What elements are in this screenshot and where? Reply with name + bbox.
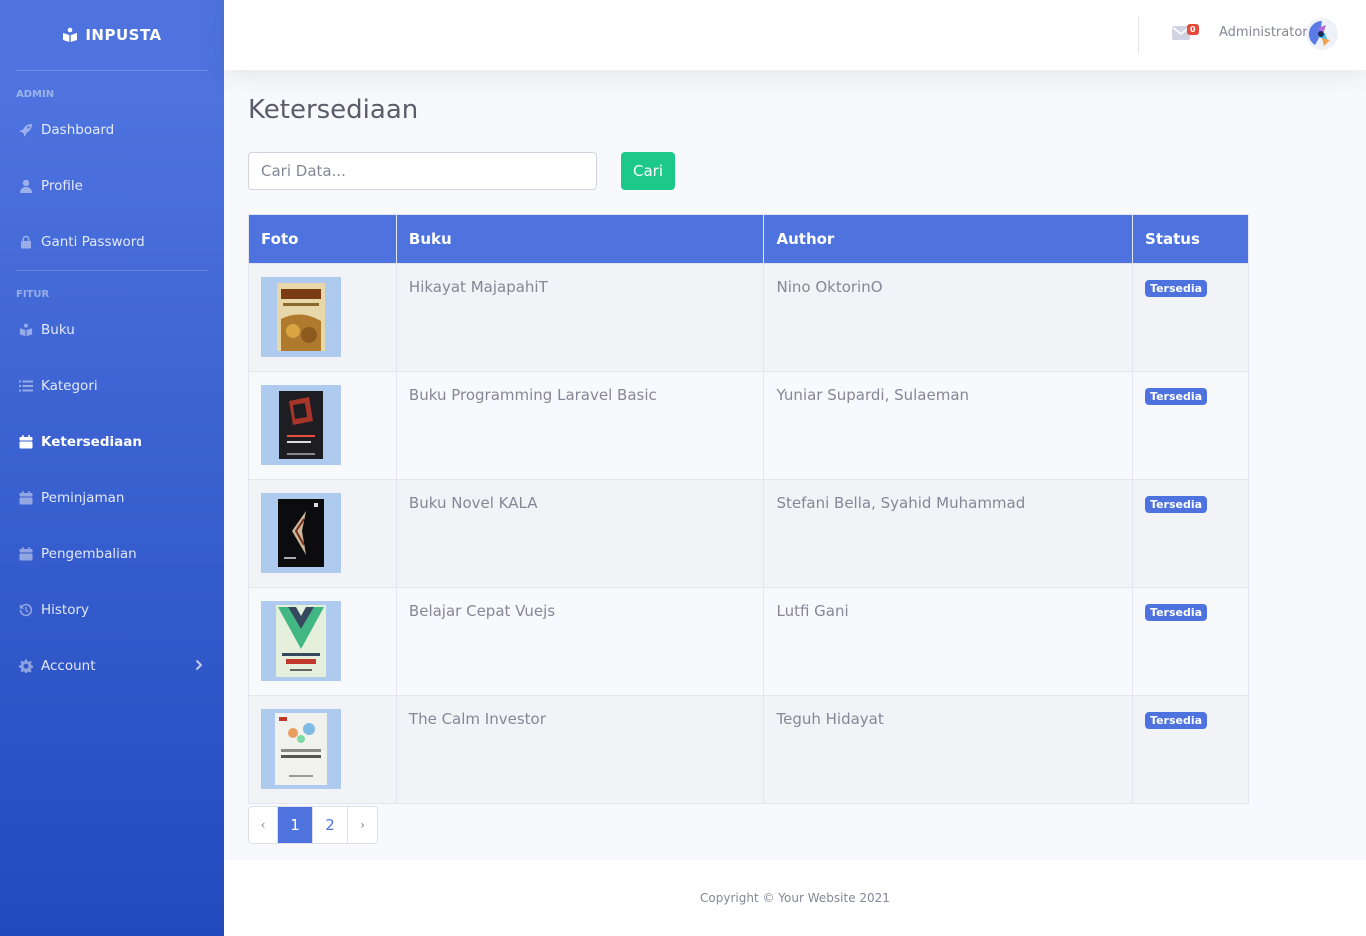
status-badge: Tersedia	[1145, 496, 1208, 513]
cell-buku: Buku Programming Laravel Basic	[395, 371, 765, 480]
sidebar-item-label: Account	[41, 658, 96, 674]
cell-buku: The Calm Investor	[395, 695, 765, 804]
cell-foto	[248, 695, 397, 804]
sidebar-item-label: History	[41, 602, 90, 618]
topbar: 0 Administrator	[224, 0, 1366, 70]
book-reader-icon	[63, 27, 78, 42]
cell-buku: Hikayat MajapahiT	[395, 263, 765, 372]
sidebar-item-profile[interactable]: Profile	[0, 158, 224, 214]
pagination-prev[interactable]: ‹	[249, 807, 278, 843]
page-title: Ketersediaan	[248, 95, 419, 125]
calendar-icon	[18, 435, 33, 450]
search-button[interactable]: Cari	[621, 152, 675, 190]
gear-icon	[18, 659, 33, 674]
cell-status: Tersedia	[1132, 587, 1249, 696]
book-reader-icon	[18, 323, 33, 338]
table-row: The Calm Investor Teguh Hidayat Tersedia	[248, 695, 1249, 804]
search-input[interactable]	[248, 152, 597, 190]
sidebar-item-history[interactable]: History	[0, 582, 224, 638]
book-cover-image[interactable]	[261, 493, 341, 573]
sidebar-item-peminjaman[interactable]: Peminjaman	[0, 470, 224, 526]
sidebar-item-ketersediaan[interactable]: Ketersediaan	[0, 414, 224, 470]
brand-name: INPUSTA	[85, 26, 162, 44]
cell-buku: Belajar Cepat Vuejs	[395, 587, 765, 696]
pagination-page-2[interactable]: 2	[313, 807, 348, 843]
table-row: Buku Novel KALA Stefani Bella, Syahid Mu…	[248, 479, 1249, 588]
sidebar-item-label: Peminjaman	[41, 490, 125, 506]
cell-status: Tersedia	[1132, 371, 1249, 480]
footer: Copyright © Your Website 2021	[224, 860, 1366, 936]
sidebar-item-dashboard[interactable]: Dashboard	[0, 102, 224, 158]
message-count-badge: 0	[1187, 24, 1199, 35]
book-cover-image[interactable]	[261, 601, 341, 681]
calendar-icon	[18, 491, 33, 506]
pagination: ‹ 1 2 ›	[248, 806, 378, 844]
sidebar-item-label: Dashboard	[41, 122, 115, 138]
pagination-page-1[interactable]: 1	[278, 807, 313, 843]
avatar[interactable]	[1306, 18, 1338, 50]
rocket-icon	[18, 123, 33, 138]
cell-author: Teguh Hidayat	[763, 695, 1134, 804]
lock-icon	[18, 235, 33, 250]
cell-foto	[248, 371, 397, 480]
cell-buku: Buku Novel KALA	[395, 479, 765, 588]
footer-copyright: Copyright © Your Website 2021	[700, 891, 890, 905]
status-badge: Tersedia	[1145, 388, 1208, 405]
table-row: Belajar Cepat Vuejs Lutfi Gani Tersedia	[248, 587, 1249, 696]
main-content: Ketersediaan Cari Foto Buku Author Statu…	[248, 70, 1348, 844]
sidebar: INPUSTA Admin Dashboard Profile Ganti Pa…	[0, 0, 224, 936]
history-icon	[18, 603, 33, 618]
sidebar-heading-fitur: Fitur	[16, 289, 50, 300]
sidebar-item-label: Ganti Password	[41, 234, 145, 250]
sidebar-item-ganti-password[interactable]: Ganti Password	[0, 214, 224, 270]
cell-author: Lutfi Gani	[763, 587, 1134, 696]
sidebar-item-label: Pengembalian	[41, 546, 137, 562]
column-header-buku[interactable]: Buku	[395, 214, 765, 264]
sidebar-item-pengembalian[interactable]: Pengembalian	[0, 526, 224, 582]
chevron-right-icon	[194, 658, 204, 674]
book-cover-image[interactable]	[261, 385, 341, 465]
pagination-next[interactable]: ›	[348, 807, 377, 843]
cell-author: Stefani Bella, Syahid Muhammad	[763, 479, 1134, 588]
table-row: Buku Programming Laravel Basic Yuniar Su…	[248, 371, 1249, 480]
cell-status: Tersedia	[1132, 479, 1249, 588]
sidebar-item-label: Ketersediaan	[41, 434, 142, 450]
sidebar-item-label: Kategori	[41, 378, 98, 394]
status-badge: Tersedia	[1145, 712, 1208, 729]
list-icon	[18, 379, 33, 394]
calendar-icon	[18, 547, 33, 562]
status-badge: Tersedia	[1145, 604, 1208, 621]
availability-table: Foto Buku Author Status Hikayat Majapahi…	[248, 214, 1249, 804]
cell-author: Yuniar Supardi, Sulaeman	[763, 371, 1134, 480]
sidebar-item-label: Profile	[41, 178, 83, 194]
table-row: Hikayat MajapahiT Nino OktorinO Tersedia	[248, 263, 1249, 372]
book-cover-image[interactable]	[261, 709, 341, 789]
column-header-status[interactable]: Status	[1132, 214, 1249, 264]
cell-status: Tersedia	[1132, 695, 1249, 804]
search-form: Cari	[248, 152, 1348, 190]
sidebar-item-account[interactable]: Account	[0, 638, 224, 694]
cell-foto	[248, 263, 397, 372]
sidebar-heading-admin: Admin	[16, 89, 55, 100]
sidebar-item-buku[interactable]: Buku	[0, 302, 224, 358]
username[interactable]: Administrator	[1219, 25, 1308, 40]
sidebar-item-kategori[interactable]: Kategori	[0, 358, 224, 414]
cell-foto	[248, 479, 397, 588]
book-cover-image[interactable]	[261, 277, 341, 357]
column-header-author[interactable]: Author	[763, 214, 1134, 264]
cell-foto	[248, 587, 397, 696]
column-header-foto[interactable]: Foto	[248, 214, 397, 264]
sidebar-brand[interactable]: INPUSTA	[0, 0, 224, 70]
table-header-row: Foto Buku Author Status	[248, 214, 1249, 264]
cell-author: Nino OktorinO	[763, 263, 1134, 372]
status-badge: Tersedia	[1145, 280, 1208, 297]
topbar-divider	[1138, 16, 1139, 54]
user-icon	[18, 179, 33, 194]
cell-status: Tersedia	[1132, 263, 1249, 372]
sidebar-item-label: Buku	[41, 322, 75, 338]
